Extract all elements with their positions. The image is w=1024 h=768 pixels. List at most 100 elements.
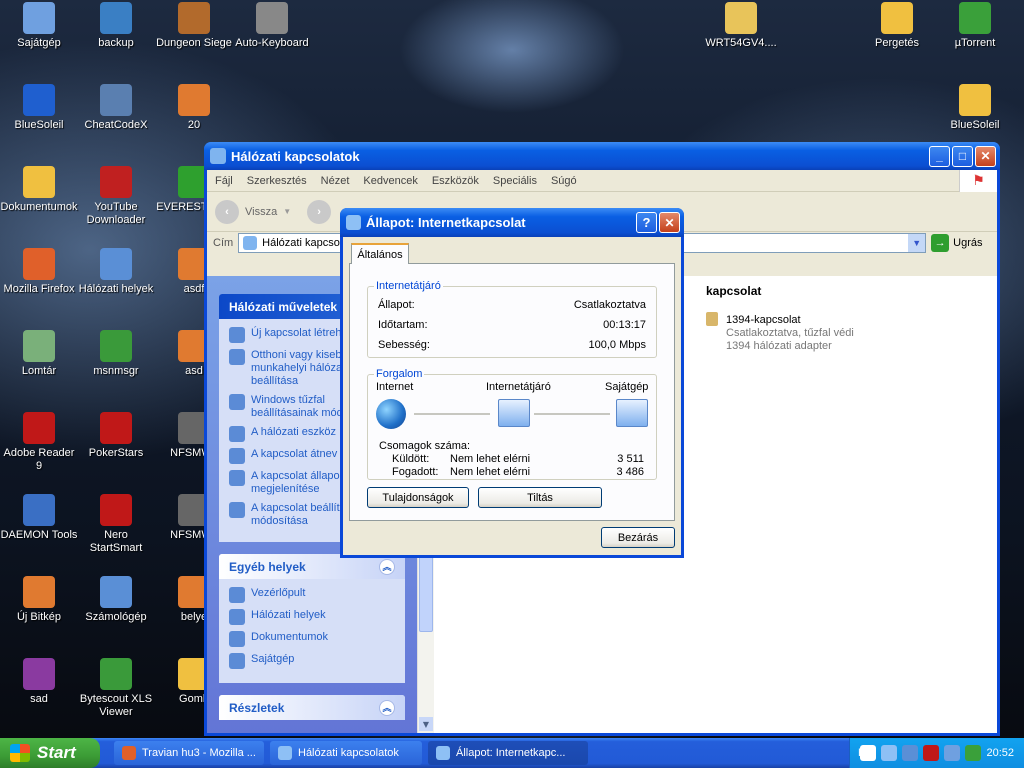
- collapse-icon[interactable]: ︽: [379, 558, 395, 575]
- node-computer-label: Sajátgép: [605, 381, 649, 393]
- desktop-icon[interactable]: Lomtár: [0, 330, 78, 378]
- desktop-icon[interactable]: Bytescout XLS Viewer: [77, 658, 155, 719]
- menu-favorites[interactable]: Kedvencek: [363, 175, 417, 187]
- task-icon: [229, 448, 245, 464]
- back-arrow-icon[interactable]: ‹: [215, 199, 239, 224]
- desktop-icon[interactable]: Dokumentumok: [0, 166, 78, 214]
- firefox-icon: [23, 248, 55, 280]
- connection-status-dialog[interactable]: Állapot: Internetkapcsolat ? ✕ Általános…: [340, 208, 684, 558]
- minimize-button[interactable]: _: [929, 145, 950, 167]
- desktop-icon[interactable]: Számológép: [77, 576, 155, 624]
- computer-tray-icon[interactable]: [944, 745, 961, 761]
- close-button[interactable]: ✕: [975, 145, 996, 167]
- image-icon: [178, 84, 210, 116]
- place-label: Vezérlőpult: [251, 587, 306, 599]
- other-place-link[interactable]: Sajátgép: [229, 653, 395, 669]
- desktop-icon[interactable]: Adobe Reader 9: [0, 412, 78, 473]
- dialog-title-bar[interactable]: Állapot: Internetkapcsolat ? ✕: [340, 208, 684, 237]
- desktop-icon[interactable]: Pergetés: [858, 2, 936, 50]
- desktop-icon[interactable]: Új Bitkép: [0, 576, 78, 624]
- collapse-icon[interactable]: ︽: [379, 699, 395, 716]
- connection-icon[interactable]: [706, 312, 718, 326]
- help-button[interactable]: ?: [636, 212, 657, 233]
- desktop-icon[interactable]: BlueSoleil: [936, 84, 1014, 132]
- network-tray-icon[interactable]: [881, 745, 898, 761]
- tab-general[interactable]: Általános: [351, 243, 409, 264]
- download-icon: [100, 166, 132, 198]
- back-dropdown-icon[interactable]: ▼: [283, 207, 291, 216]
- desktop-icon[interactable]: 20: [155, 84, 233, 132]
- other-place-link[interactable]: Dokumentumok: [229, 631, 395, 647]
- volume-tray-icon[interactable]: [965, 745, 982, 761]
- language-indicator[interactable]: HU: [858, 747, 874, 759]
- desktop-icon[interactable]: sad: [0, 658, 78, 706]
- my-computer-icon: [616, 399, 648, 427]
- desktop-icon[interactable]: Dungeon Siege: [155, 2, 233, 50]
- desktop-icon[interactable]: WRT54GV4....: [702, 2, 780, 50]
- group-header: kapcsolat: [706, 284, 762, 298]
- desktop-icon[interactable]: DAEMON Tools: [0, 494, 78, 542]
- chevron-down-icon[interactable]: ▼: [908, 234, 926, 252]
- other-place-link[interactable]: Hálózati helyek: [229, 609, 395, 625]
- desktop-icon-label: Bytescout XLS Viewer: [79, 693, 153, 718]
- other-place-link[interactable]: Vezérlőpult: [229, 587, 395, 603]
- connection-status: Csatlakoztatva, tűzfal védi: [726, 327, 854, 339]
- start-button[interactable]: Start: [0, 738, 100, 768]
- desktop-icon[interactable]: Hálózati helyek: [77, 248, 155, 296]
- menu-tools[interactable]: Eszközök: [432, 175, 479, 187]
- desktop-icon-label: Pergetés: [874, 37, 920, 49]
- connection-item[interactable]: 1394-kapcsolat Csatlakoztatva, tűzfal vé…: [726, 314, 896, 353]
- desktop-icon[interactable]: msnmsgr: [77, 330, 155, 378]
- go-button[interactable]: → Ugrás: [931, 234, 983, 252]
- taskbar-window-button[interactable]: Hálózati kapcsolatok: [270, 741, 422, 765]
- details-header[interactable]: Részletek ︽: [219, 695, 405, 720]
- desktop-icon[interactable]: Auto-Keyboard: [233, 2, 311, 50]
- desktop-icon-label: Auto-Keyboard: [235, 37, 309, 49]
- task-icon: [229, 502, 245, 518]
- menu-view[interactable]: Nézet: [321, 175, 350, 187]
- desktop-icon[interactable]: BlueSoleil: [0, 84, 78, 132]
- properties-button[interactable]: Tulajdonságok: [367, 487, 469, 508]
- node-gateway-label: Internetátjáró: [486, 381, 551, 393]
- daemon-tools-icon: [23, 494, 55, 526]
- connection-device: 1394 hálózati adapter: [726, 340, 832, 352]
- back-label[interactable]: Vissza: [245, 206, 277, 218]
- address-label: Cím: [213, 237, 234, 249]
- maximize-button[interactable]: □: [952, 145, 973, 167]
- menu-edit[interactable]: Szerkesztés: [247, 175, 307, 187]
- ati-tray-icon[interactable]: [923, 745, 940, 761]
- window-title-bar[interactable]: Hálózati kapcsolatok _ □ ✕: [204, 142, 1000, 170]
- network-tray-icon[interactable]: [902, 745, 919, 761]
- place-label: Sajátgép: [251, 653, 295, 665]
- close-dialog-button[interactable]: Bezárás: [601, 527, 675, 548]
- scroll-down-icon[interactable]: ▼: [419, 717, 433, 731]
- keyboard-icon: [256, 2, 288, 34]
- clock[interactable]: 20:52: [986, 747, 1014, 759]
- disable-button[interactable]: Tiltás: [478, 487, 602, 508]
- menu-help[interactable]: Súgó: [551, 175, 577, 187]
- desktop-icon-label: Dokumentumok: [0, 201, 78, 213]
- desktop-icon[interactable]: PokerStars: [77, 412, 155, 460]
- traffic-group-label: Forgalom: [374, 368, 425, 380]
- menu-file[interactable]: Fájl: [215, 175, 233, 187]
- desktop-icon-label: msnmsgr: [93, 365, 139, 377]
- desktop-icon-label: BlueSoleil: [950, 119, 1000, 131]
- network-icon: [210, 148, 226, 164]
- menu-advanced[interactable]: Speciális: [493, 175, 537, 187]
- dialog-close-button[interactable]: ✕: [659, 212, 680, 233]
- taskbar-window-button[interactable]: Travian hu3 - Mozilla ...: [114, 741, 264, 765]
- desktop-icon-label: Dungeon Siege: [156, 37, 232, 49]
- desktop-icon[interactable]: Sajátgép: [0, 2, 78, 50]
- taskbar-window-button[interactable]: Állapot: Internetkapc...: [428, 741, 588, 765]
- desktop-icon[interactable]: CheatCodeX: [77, 84, 155, 132]
- gateway-group: Internetátjáró Állapot: Csatlakoztatva I…: [367, 280, 657, 358]
- desktop-icon-label: 20: [187, 119, 201, 131]
- desktop-icon[interactable]: YouTube Downloader: [77, 166, 155, 227]
- desktop-icon[interactable]: µTorrent: [936, 2, 1014, 50]
- desktop-icon-label: µTorrent: [954, 37, 996, 49]
- forward-arrow-icon[interactable]: ›: [307, 199, 332, 224]
- desktop-icon-label: WRT54GV4....: [705, 37, 777, 49]
- desktop-icon[interactable]: Nero StartSmart: [77, 494, 155, 555]
- desktop-icon[interactable]: Mozilla Firefox: [0, 248, 78, 296]
- desktop-icon[interactable]: backup: [77, 2, 155, 50]
